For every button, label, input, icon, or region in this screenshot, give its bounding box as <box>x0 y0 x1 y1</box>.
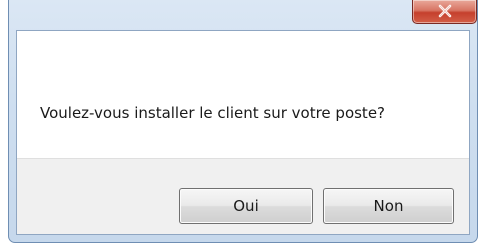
dialog-client-area: Voulez-vous installer le client sur votr… <box>16 30 470 235</box>
no-button[interactable]: Non <box>323 188 454 224</box>
close-icon <box>438 4 452 18</box>
close-button[interactable] <box>412 0 477 24</box>
button-panel: Oui Non <box>17 158 469 234</box>
yes-button[interactable]: Oui <box>179 188 313 224</box>
message-area: Voulez-vous installer le client sur votr… <box>17 31 469 158</box>
dialog-window: Voulez-vous installer le client sur votr… <box>8 0 478 243</box>
dialog-message: Voulez-vous installer le client sur votr… <box>40 104 386 122</box>
